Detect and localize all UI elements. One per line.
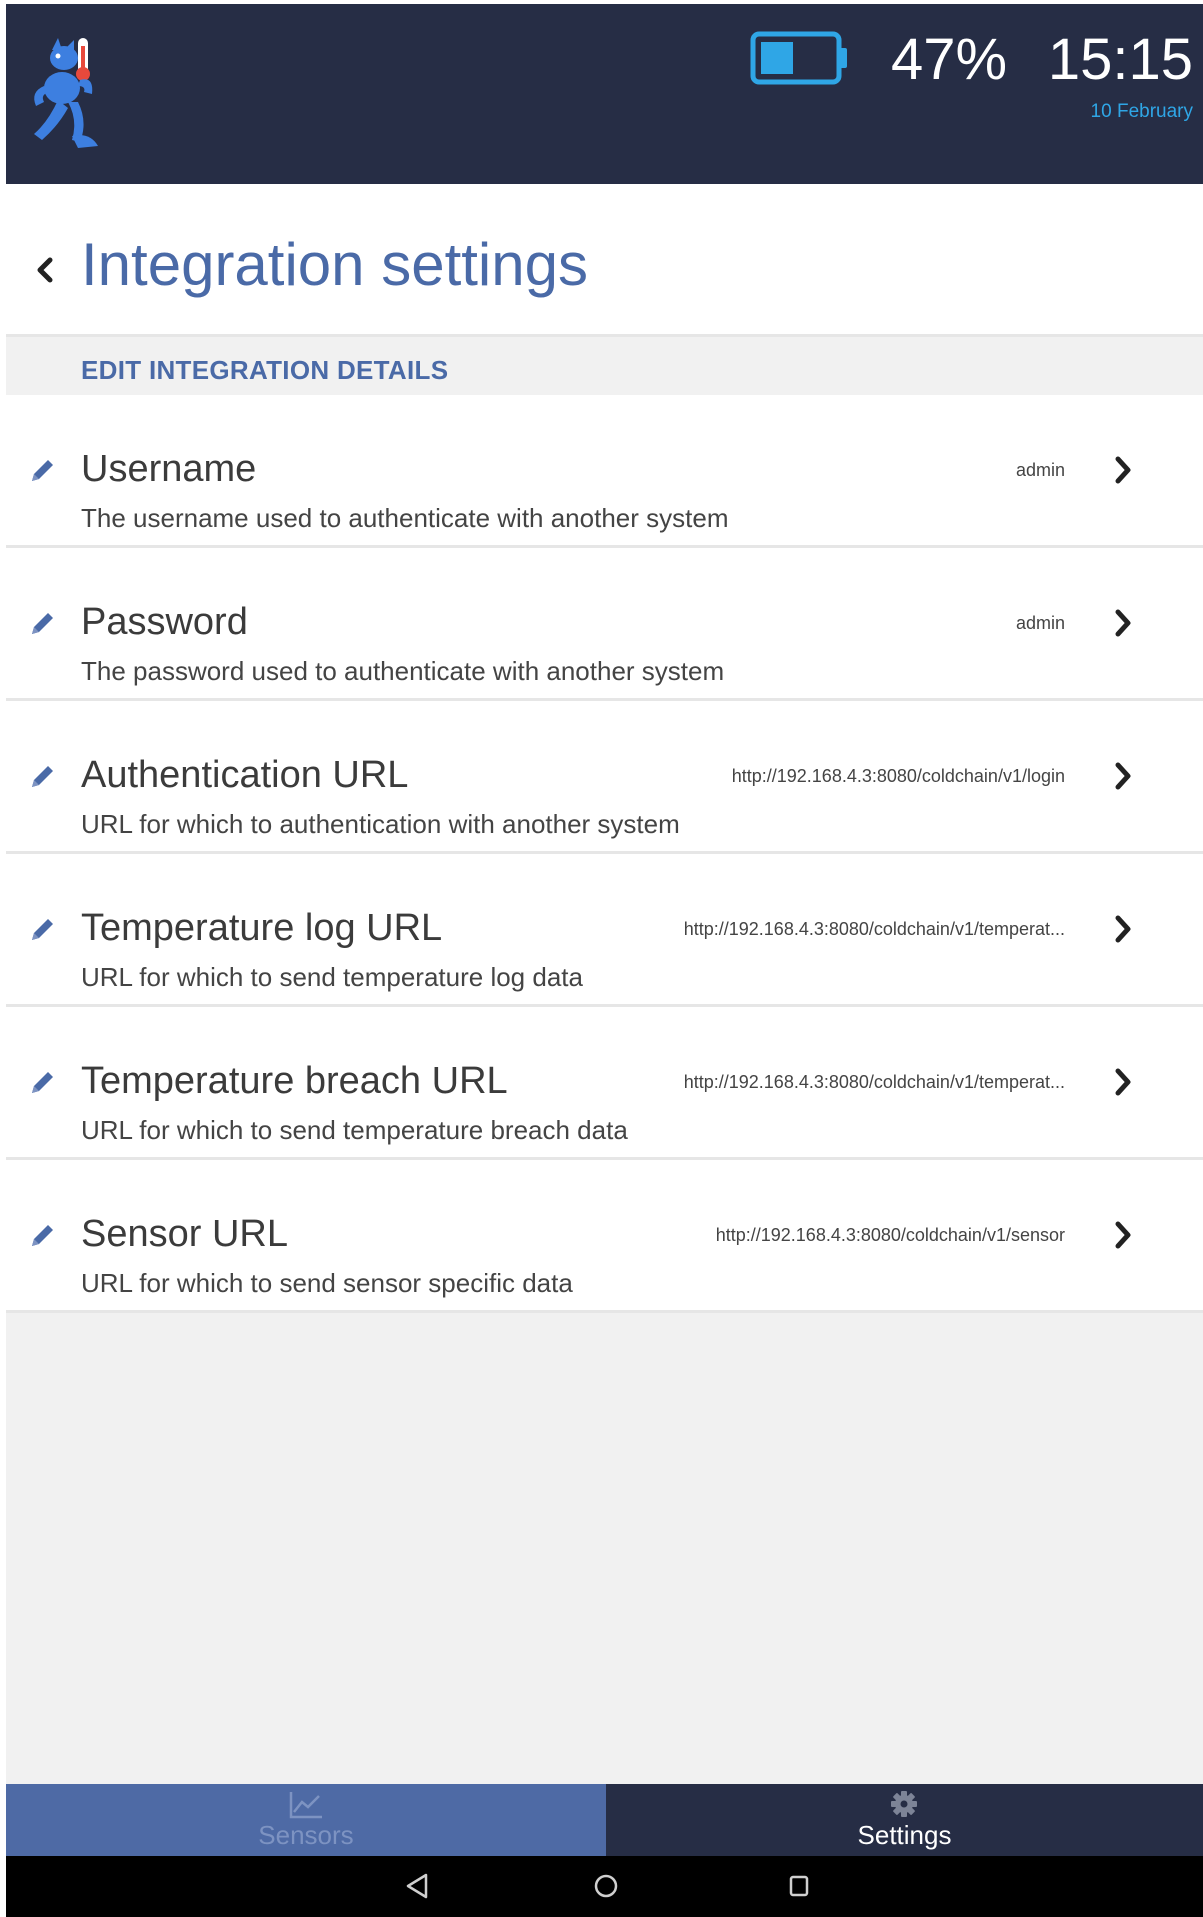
setting-row-temperature-breach-url[interactable]: Temperature breach URL URL for which to … bbox=[6, 1007, 1203, 1160]
setting-description: URL for which to send temperature breach… bbox=[81, 1115, 628, 1145]
setting-description: The username used to authenticate with a… bbox=[81, 503, 729, 533]
setting-title: Temperature breach URL bbox=[81, 1060, 508, 1102]
page-title: Integration settings bbox=[81, 231, 588, 298]
setting-description: URL for which to authentication with ano… bbox=[81, 809, 680, 839]
setting-row-password[interactable]: Password The password used to authentica… bbox=[6, 548, 1203, 701]
app-frame: 47% 15:15 10 February Integration settin… bbox=[6, 4, 1203, 1917]
setting-title: Sensor URL bbox=[81, 1213, 288, 1255]
setting-title: Username bbox=[81, 448, 257, 490]
chevron-right-icon bbox=[1115, 1068, 1131, 1096]
setting-value: http://192.168.4.3:8080/coldchain/v1/sen… bbox=[715, 1225, 1065, 1245]
section-header: EDIT INTEGRATION DETAILS bbox=[6, 337, 1203, 395]
setting-row-sensor-url[interactable]: Sensor URL URL for which to send sensor … bbox=[6, 1160, 1203, 1313]
pencil-icon bbox=[32, 1225, 53, 1246]
battery-percentage: 47% bbox=[891, 27, 1008, 92]
chevron-right-icon bbox=[1115, 915, 1131, 943]
setting-value: http://192.168.4.3:8080/coldchain/v1/tem… bbox=[683, 919, 1065, 939]
bottom-nav: Sensors Settings bbox=[6, 1784, 1203, 1856]
setting-title: Password bbox=[81, 601, 248, 643]
pencil-icon bbox=[32, 919, 53, 940]
pencil-icon bbox=[32, 613, 53, 634]
setting-description: URL for which to send temperature log da… bbox=[81, 962, 583, 992]
gear-icon bbox=[891, 1791, 917, 1817]
chevron-right-icon bbox=[1115, 609, 1131, 637]
setting-row-authentication-url[interactable]: Authentication URL URL for which to auth… bbox=[6, 701, 1203, 854]
clock-time: 15:15 bbox=[1047, 27, 1193, 92]
tab-sensors[interactable]: Sensors bbox=[6, 1784, 606, 1856]
setting-row-username[interactable]: Username The username used to authentica… bbox=[6, 395, 1203, 548]
system-nav-bar bbox=[6, 1856, 1203, 1917]
pencil-icon bbox=[32, 766, 53, 787]
home-circle-icon[interactable] bbox=[592, 1872, 620, 1900]
status-header: 47% 15:15 10 February bbox=[6, 4, 1203, 184]
title-bar: Integration settings bbox=[6, 184, 1203, 337]
chart-icon bbox=[289, 1792, 322, 1819]
tab-label: Settings bbox=[857, 1820, 952, 1850]
setting-title: Temperature log URL bbox=[81, 907, 443, 949]
chevron-left-icon[interactable] bbox=[30, 250, 58, 290]
chevron-right-icon bbox=[1115, 456, 1131, 484]
settings-list: Username The username used to authentica… bbox=[6, 395, 1203, 1313]
pencil-icon bbox=[32, 460, 53, 481]
setting-description: URL for which to send sensor specific da… bbox=[81, 1268, 573, 1298]
tab-label: Sensors bbox=[258, 1820, 354, 1850]
setting-value: http://192.168.4.3:8080/coldchain/v1/tem… bbox=[683, 1072, 1065, 1092]
setting-description: The password used to authenticate with a… bbox=[81, 656, 725, 686]
setting-title: Authentication URL bbox=[81, 754, 409, 796]
mascot-thermometer-logo-icon bbox=[34, 38, 98, 148]
chevron-right-icon bbox=[1115, 762, 1131, 790]
setting-row-temperature-log-url[interactable]: Temperature log URL URL for which to sen… bbox=[6, 854, 1203, 1007]
setting-value: http://192.168.4.3:8080/coldchain/v1/log… bbox=[731, 766, 1065, 786]
section-label: EDIT INTEGRATION DETAILS bbox=[81, 355, 449, 385]
clock-date: 10 February bbox=[1090, 101, 1193, 122]
recents-square-icon[interactable] bbox=[786, 1872, 812, 1900]
tab-settings[interactable]: Settings bbox=[606, 1784, 1203, 1856]
battery-icon bbox=[750, 31, 847, 85]
setting-value: admin bbox=[1015, 460, 1065, 480]
pencil-icon bbox=[32, 1072, 53, 1093]
back-triangle-icon[interactable] bbox=[404, 1872, 430, 1900]
chevron-right-icon bbox=[1115, 1221, 1131, 1249]
setting-value: admin bbox=[1015, 613, 1065, 633]
